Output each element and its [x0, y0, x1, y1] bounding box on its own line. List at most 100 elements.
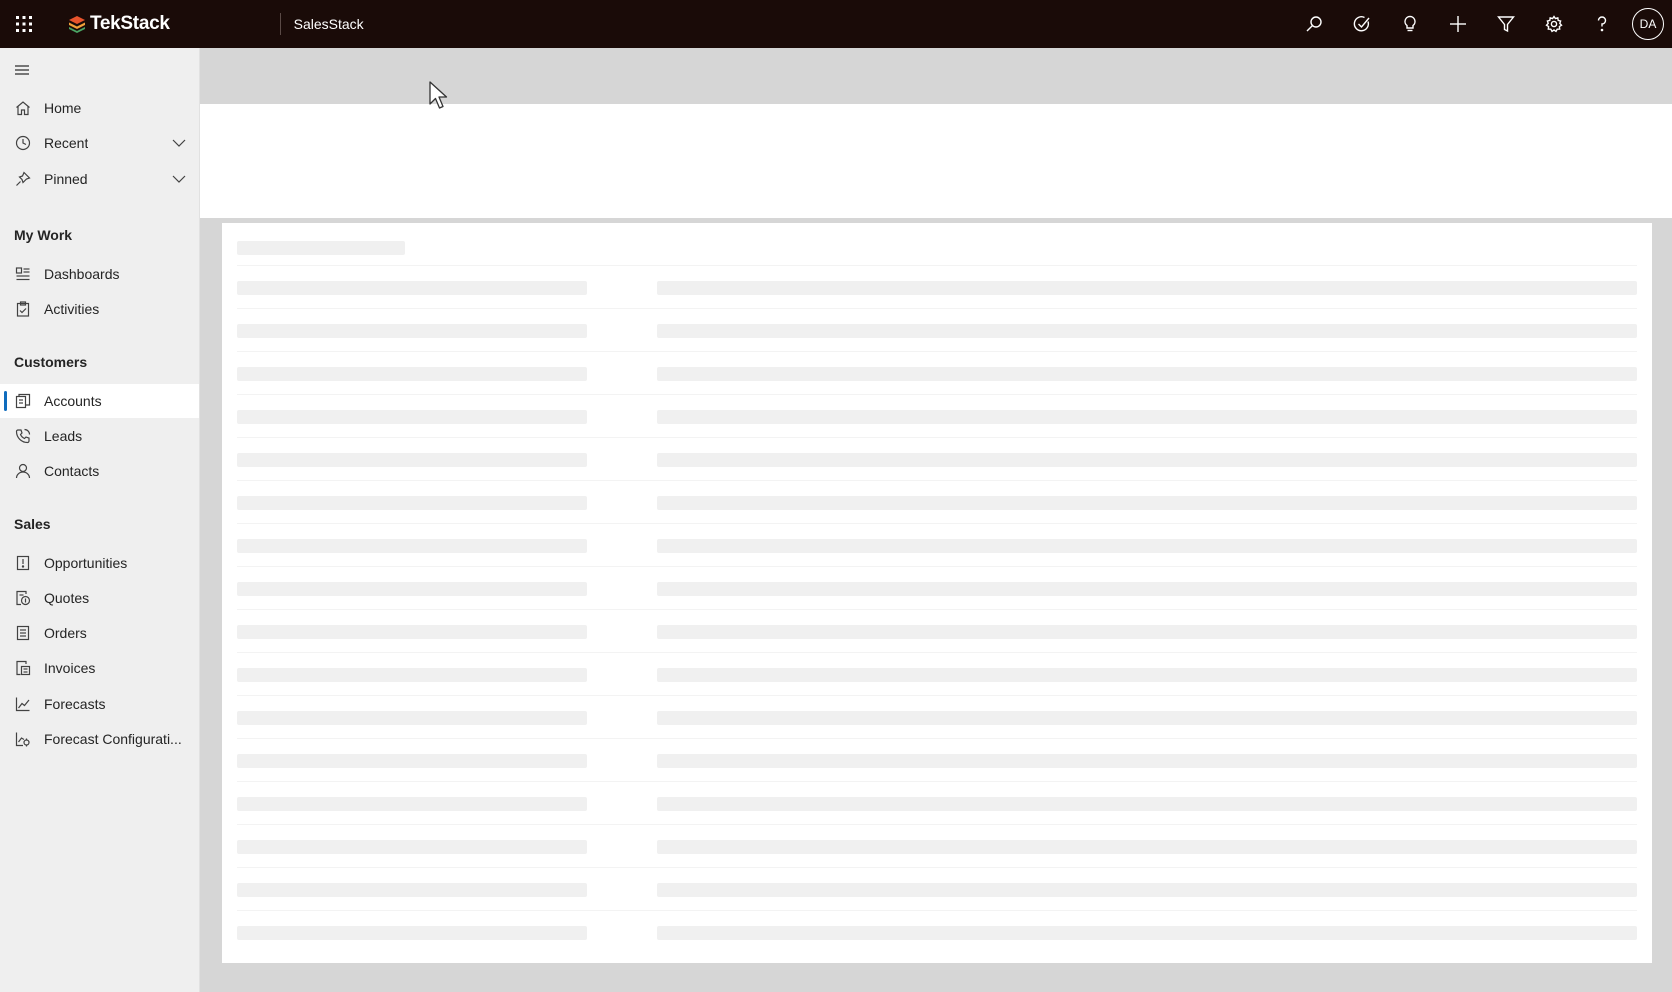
site-map-sidebar: Home Recent Pinned My Work Dashboards Ac…: [0, 48, 200, 992]
skeleton-row: [237, 523, 1637, 566]
skeleton-row: [237, 265, 1637, 308]
collapse-nav-button[interactable]: [10, 58, 34, 82]
skeleton-cell: [657, 324, 1637, 338]
section-title-my-work: My Work: [14, 227, 73, 243]
skeleton-row: [237, 738, 1637, 781]
skeleton-cell: [657, 367, 1637, 381]
top-bar: TekStack SalesStack DA: [0, 0, 1672, 48]
skeleton-cell: [237, 539, 587, 553]
waffle-icon: [16, 16, 32, 32]
skeleton-row: [237, 609, 1637, 652]
skeleton-cell: [657, 926, 1637, 940]
skeleton-cell: [237, 625, 587, 639]
nav-item-quotes[interactable]: Quotes: [0, 581, 199, 615]
section-title-customers: Customers: [14, 354, 88, 370]
skeleton-cell: [237, 883, 587, 897]
task-check-icon: [1353, 16, 1370, 32]
filter-button[interactable]: [1482, 0, 1530, 48]
section-title-sales: Sales: [14, 516, 51, 532]
main-content: [200, 48, 1672, 992]
hamburger-icon: [15, 65, 29, 75]
skeleton-title: [237, 241, 405, 255]
phone-icon: [14, 427, 32, 445]
plus-icon: [1450, 16, 1466, 32]
skeleton-row: [237, 652, 1637, 695]
skeleton-cell: [657, 281, 1637, 295]
help-button[interactable]: [1578, 0, 1626, 48]
skeleton-row: [237, 910, 1637, 953]
skeleton-cell: [657, 883, 1637, 897]
nav-item-invoices[interactable]: Invoices: [0, 651, 199, 685]
task-flow-button[interactable]: [1338, 0, 1386, 48]
skeleton-cell: [237, 281, 587, 295]
pin-icon: [14, 170, 32, 188]
clipboard-icon: [14, 300, 32, 318]
nav-item-forecasts[interactable]: Forecasts: [0, 687, 199, 721]
skeleton-row: [237, 308, 1637, 351]
search-icon: [1306, 16, 1322, 32]
skeleton-row: [237, 695, 1637, 738]
grid-loading-skeleton: [222, 220, 1652, 963]
skeleton-row: [237, 394, 1637, 437]
skeleton-cell: [237, 840, 587, 854]
nav-item-pinned[interactable]: Pinned: [0, 162, 199, 196]
skeleton-cell: [237, 324, 587, 338]
skeleton-cell: [237, 926, 587, 940]
order-icon: [14, 624, 32, 642]
skeleton-cell: [657, 711, 1637, 725]
skeleton-cell: [657, 453, 1637, 467]
chevron-down-icon[interactable]: [171, 171, 187, 187]
skeleton-row: [237, 566, 1637, 609]
skeleton-cell: [657, 410, 1637, 424]
nav-item-contacts[interactable]: Contacts: [0, 454, 199, 488]
help-icon: [1597, 16, 1607, 32]
nav-item-opportunities[interactable]: Opportunities: [0, 546, 199, 580]
title-divider: [279, 13, 281, 35]
invoice-icon: [14, 659, 32, 677]
skeleton-cell: [237, 410, 587, 424]
search-button[interactable]: [1290, 0, 1338, 48]
insights-button[interactable]: [1386, 0, 1434, 48]
skeleton-row: [237, 351, 1637, 394]
forecast-config-icon: [14, 730, 32, 748]
skeleton-cell: [237, 754, 587, 768]
skeleton-row: [237, 824, 1637, 867]
mouse-cursor-icon: [429, 81, 448, 109]
page-header-placeholder: [200, 104, 1672, 218]
skeleton-row: [237, 480, 1637, 523]
person-icon: [14, 462, 32, 480]
brand-logo[interactable]: TekStack: [68, 13, 170, 35]
settings-button[interactable]: [1530, 0, 1578, 48]
lightbulb-icon: [1404, 15, 1416, 32]
skeleton-cell: [657, 797, 1637, 811]
skeleton-cell: [657, 496, 1637, 510]
nav-item-orders[interactable]: Orders: [0, 616, 199, 650]
nav-item-dashboards[interactable]: Dashboards: [0, 257, 199, 291]
nav-item-recent[interactable]: Recent: [0, 126, 199, 160]
skeleton-cell: [657, 625, 1637, 639]
dashboard-icon: [14, 265, 32, 283]
skeleton-row: [237, 867, 1637, 910]
skeleton-cell: [237, 367, 587, 381]
nav-item-leads[interactable]: Leads: [0, 419, 199, 453]
nav-item-home[interactable]: Home: [0, 91, 199, 125]
quote-icon: [14, 589, 32, 607]
gear-icon: [1545, 15, 1563, 33]
app-name[interactable]: SalesStack: [294, 16, 364, 32]
chevron-down-icon[interactable]: [171, 135, 187, 151]
user-avatar[interactable]: DA: [1632, 8, 1664, 40]
nav-item-accounts[interactable]: Accounts: [0, 384, 199, 418]
app-launcher-button[interactable]: [0, 0, 48, 48]
clock-icon: [14, 134, 32, 152]
skeleton-cell: [237, 711, 587, 725]
skeleton-cell: [237, 453, 587, 467]
skeleton-row: [237, 437, 1637, 480]
nav-item-forecast-configuration[interactable]: Forecast Configurati...: [0, 722, 199, 756]
top-actions: DA: [1290, 0, 1672, 48]
skeleton-cell: [237, 496, 587, 510]
skeleton-cell: [237, 582, 587, 596]
nav-item-activities[interactable]: Activities: [0, 292, 199, 326]
new-record-button[interactable]: [1434, 0, 1482, 48]
skeleton-cell: [657, 840, 1637, 854]
skeleton-cell: [657, 754, 1637, 768]
